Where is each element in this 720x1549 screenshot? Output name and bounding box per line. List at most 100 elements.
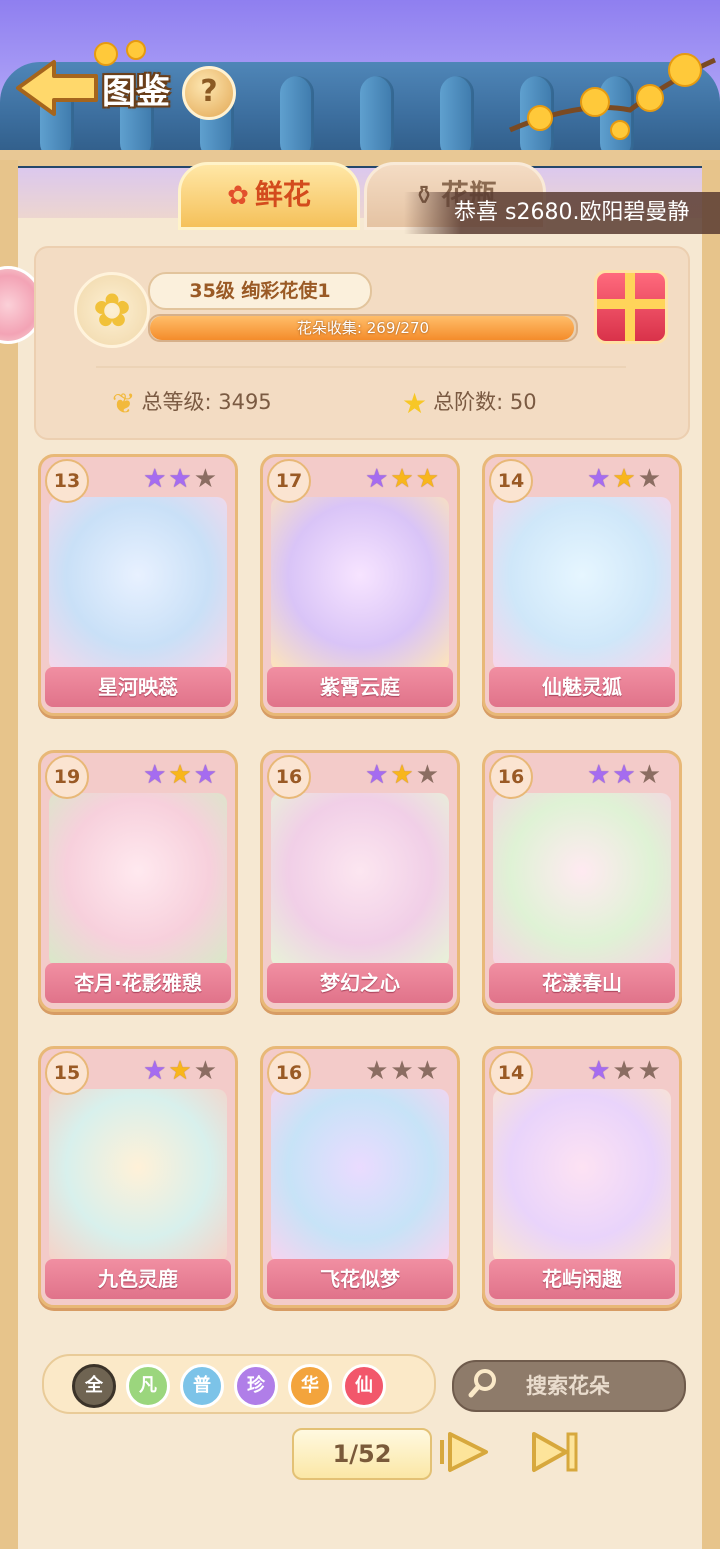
star-icon: ★	[637, 1056, 661, 1086]
card-name: 星河映蕊	[45, 667, 231, 707]
back-arrow-icon[interactable]	[14, 58, 100, 118]
flower-card[interactable]: 14 ★★★ 花屿闲趣	[482, 1046, 682, 1308]
flower-card[interactable]: 15 ★★★ 九色灵鹿	[38, 1046, 238, 1308]
flower-card[interactable]: 14 ★★★ 仙魅灵狐	[482, 454, 682, 716]
tab-flowers[interactable]: ✿ 鲜花	[178, 162, 360, 230]
card-level-badge: 14	[489, 1051, 533, 1095]
flower-card[interactable]: 16 ★★★ 梦幻之心	[260, 750, 460, 1012]
card-name: 花漾春山	[489, 963, 675, 1003]
card-level-badge: 17	[267, 459, 311, 503]
flower-icon: ✿	[227, 181, 249, 211]
page-title: 图鉴	[102, 72, 170, 112]
card-level-badge: 16	[489, 755, 533, 799]
flower-artwork	[493, 497, 671, 671]
frame-left	[0, 160, 18, 1549]
rank-medal-icon: ✿	[74, 272, 150, 348]
star-icon: ★	[365, 760, 389, 790]
flower-artwork	[493, 1089, 671, 1263]
flower-artwork	[271, 497, 449, 671]
star-icon: ★	[143, 760, 167, 790]
filter-button[interactable]: 普	[180, 1364, 224, 1408]
flower-card[interactable]: 19 ★★★ 杏月·花影雅憩	[38, 750, 238, 1012]
total-rank-stat: ★ 总阶数: 50	[402, 386, 537, 420]
star-icon: ★	[402, 386, 428, 420]
card-star-rating: ★★★	[363, 761, 439, 789]
star-icon: ★	[193, 760, 217, 790]
gift-box-icon[interactable]	[594, 270, 668, 344]
flower-artwork	[271, 793, 449, 967]
card-level-badge: 13	[45, 459, 89, 503]
star-icon: ★	[365, 1056, 389, 1086]
total-level-label: 总等级: 3495	[141, 390, 272, 414]
card-name: 飞花似梦	[267, 1259, 453, 1299]
star-icon: ★	[637, 760, 661, 790]
search-flowers-button[interactable]: 搜索花朵	[452, 1360, 686, 1412]
next-page-icon[interactable]	[436, 1428, 492, 1476]
collection-progress-bar: 花朵收集: 269/270	[148, 314, 578, 342]
flower-card[interactable]: 17 ★★★ 紫霄云庭	[260, 454, 460, 716]
star-icon: ★	[612, 1056, 636, 1086]
card-name: 仙魅灵狐	[489, 667, 675, 707]
announcement-marquee: 恭喜 s2680.欧阳碧曼静	[404, 192, 720, 234]
star-icon: ★	[168, 760, 192, 790]
level-title: 35级 绚彩花使1	[148, 272, 372, 310]
last-page-icon[interactable]	[526, 1428, 582, 1476]
star-icon: ★	[168, 464, 192, 494]
star-icon: ★	[612, 464, 636, 494]
card-name: 紫霄云庭	[267, 667, 453, 707]
sprout-icon: ❦	[112, 386, 136, 420]
star-icon: ★	[390, 760, 414, 790]
star-icon: ★	[587, 464, 611, 494]
tab-flowers-label: 鲜花	[254, 178, 311, 211]
card-level-badge: 16	[267, 755, 311, 799]
star-icon: ★	[390, 1056, 414, 1086]
card-star-rating: ★★★	[363, 1057, 439, 1085]
card-level-badge: 16	[267, 1051, 311, 1095]
star-icon: ★	[193, 464, 217, 494]
page-indicator: 1/52	[292, 1428, 432, 1480]
star-icon: ★	[637, 464, 661, 494]
star-icon: ★	[193, 1056, 217, 1086]
filter-button[interactable]: 仙	[342, 1364, 386, 1408]
rarity-filter-bar: 全凡普珍华仙	[42, 1354, 436, 1414]
star-icon: ★	[143, 464, 167, 494]
flower-artwork	[493, 793, 671, 967]
divider	[96, 366, 626, 368]
filter-button[interactable]: 华	[288, 1364, 332, 1408]
flower-artwork	[49, 497, 227, 671]
star-icon: ★	[415, 1056, 439, 1086]
roof-eave	[0, 150, 720, 166]
flower-artwork	[271, 1089, 449, 1263]
flower-card[interactable]: 16 ★★★ 花漾春山	[482, 750, 682, 1012]
star-icon: ★	[415, 464, 439, 494]
star-icon: ★	[365, 464, 389, 494]
collection-stats-panel: ✿ 35级 绚彩花使1 花朵收集: 269/270 ❦ 总等级: 3495 ★ 总阶…	[34, 246, 690, 440]
card-star-rating: ★★★	[585, 1057, 661, 1085]
filter-button[interactable]: 珍	[234, 1364, 278, 1408]
card-level-badge: 14	[489, 459, 533, 503]
card-star-rating: ★★★	[585, 465, 661, 493]
total-rank-label: 总阶数: 50	[433, 390, 537, 414]
card-level-badge: 15	[45, 1051, 89, 1095]
star-icon: ★	[415, 760, 439, 790]
card-name: 梦幻之心	[267, 963, 453, 1003]
card-star-rating: ★★★	[141, 465, 217, 493]
total-level-stat: ❦ 总等级: 3495	[112, 386, 272, 420]
card-star-rating: ★★★	[585, 761, 661, 789]
filter-button[interactable]: 凡	[126, 1364, 170, 1408]
card-star-rating: ★★★	[141, 761, 217, 789]
star-icon: ★	[168, 1056, 192, 1086]
star-icon: ★	[390, 464, 414, 494]
filter-button[interactable]: 全	[72, 1364, 116, 1408]
flower-card[interactable]: 13 ★★★ 星河映蕊	[38, 454, 238, 716]
help-button[interactable]: ?	[182, 66, 236, 120]
search-label: 搜索花朵	[526, 1374, 610, 1398]
star-icon: ★	[587, 760, 611, 790]
star-icon: ★	[587, 1056, 611, 1086]
frame-right	[702, 160, 720, 1549]
flower-artwork	[49, 793, 227, 967]
plum-blossom-decoration	[509, 53, 717, 140]
card-name: 花屿闲趣	[489, 1259, 675, 1299]
collection-progress-label: 花朵收集: 269/270	[296, 319, 430, 337]
flower-card[interactable]: 16 ★★★ 飞花似梦	[260, 1046, 460, 1308]
